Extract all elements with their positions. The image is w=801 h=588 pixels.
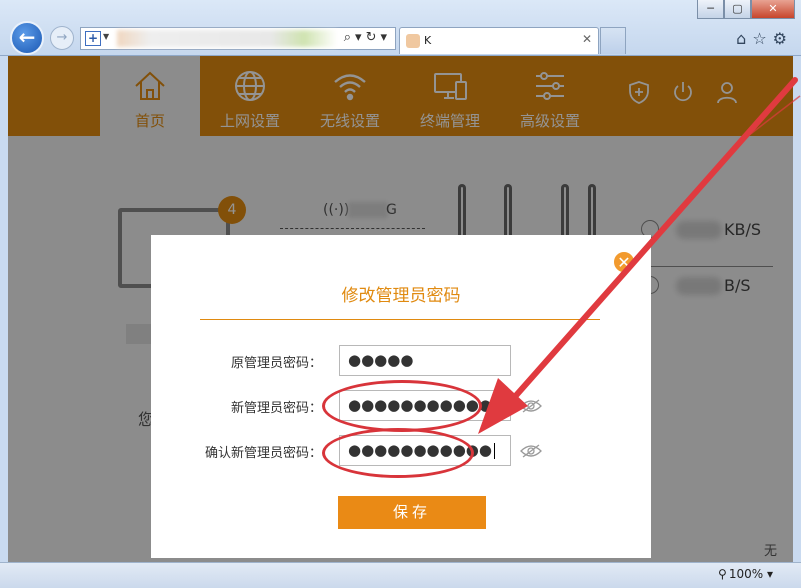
close-icon[interactable]: ✕ <box>612 250 636 274</box>
browser-chrome: ─ ▢ ✕ ← → + ▼ ⌕▾↻▾ K ✕ ⌂ ☆ ⚙ <box>0 0 801 56</box>
window-controls: ─ ▢ ✕ <box>697 0 795 19</box>
site-icon: + <box>85 31 101 46</box>
old-password-label: 原管理员密码： <box>230 356 322 371</box>
minimize-button[interactable]: ─ <box>697 0 724 19</box>
search-icon[interactable]: ⌕ <box>344 30 355 45</box>
confirm-password-label: 确认新管理员密码： <box>204 446 322 461</box>
top-navigation: 首页 上网设置 无线设置 终端管理 高级设置 <box>8 56 793 136</box>
address-tools: ⌕▾↻▾ <box>344 30 391 45</box>
new-password-label: 新管理员密码： <box>230 401 322 416</box>
zoom-icon: ⚲ <box>718 567 727 581</box>
browser-status-bar: ⚲ 100% ▾ <box>0 562 801 588</box>
tab-favicon <box>406 34 420 48</box>
footer-text: 无 <box>764 544 778 559</box>
eye-slash-icon[interactable] <box>520 399 542 413</box>
chevron-down-icon[interactable]: ▼ <box>103 32 109 41</box>
back-button[interactable]: ← <box>10 21 44 55</box>
browser-toolbar-icons: ⌂ ☆ ⚙ <box>736 29 787 48</box>
new-tab-button[interactable] <box>600 27 626 54</box>
old-password-input[interactable]: ●●●●● <box>339 345 511 376</box>
address-bar[interactable]: + ▼ ⌕▾↻▾ <box>80 27 396 50</box>
annotation-circle <box>322 428 474 478</box>
browser-tab[interactable]: K ✕ <box>399 27 599 54</box>
tab-title: K <box>424 34 432 47</box>
forward-button[interactable]: → <box>50 26 74 50</box>
dialog-title: 修改管理员密码 <box>341 286 461 306</box>
chevron-down-icon[interactable]: ▾ <box>355 30 366 45</box>
dialog-divider <box>200 319 600 320</box>
text-caret <box>493 442 495 459</box>
eye-slash-icon[interactable] <box>520 444 542 458</box>
star-icon[interactable]: ☆ <box>752 29 766 48</box>
address-url-blurred <box>117 30 337 47</box>
nav-dim-overlay <box>8 56 793 136</box>
close-icon[interactable]: ✕ <box>582 32 592 46</box>
dropdown-icon[interactable]: ▾ <box>380 30 391 45</box>
chevron-down-icon: ▾ <box>766 567 773 581</box>
home-icon[interactable]: ⌂ <box>736 29 746 48</box>
close-window-button[interactable]: ✕ <box>751 0 795 19</box>
annotation-circle <box>322 380 482 432</box>
zoom-level: 100% <box>728 567 764 581</box>
refresh-icon[interactable]: ↻ <box>366 30 381 45</box>
gear-icon[interactable]: ⚙ <box>773 29 787 48</box>
zoom-control[interactable]: ⚲ 100% ▾ <box>718 567 773 581</box>
maximize-button[interactable]: ▢ <box>724 0 751 19</box>
save-button[interactable]: 保存 <box>338 496 486 529</box>
